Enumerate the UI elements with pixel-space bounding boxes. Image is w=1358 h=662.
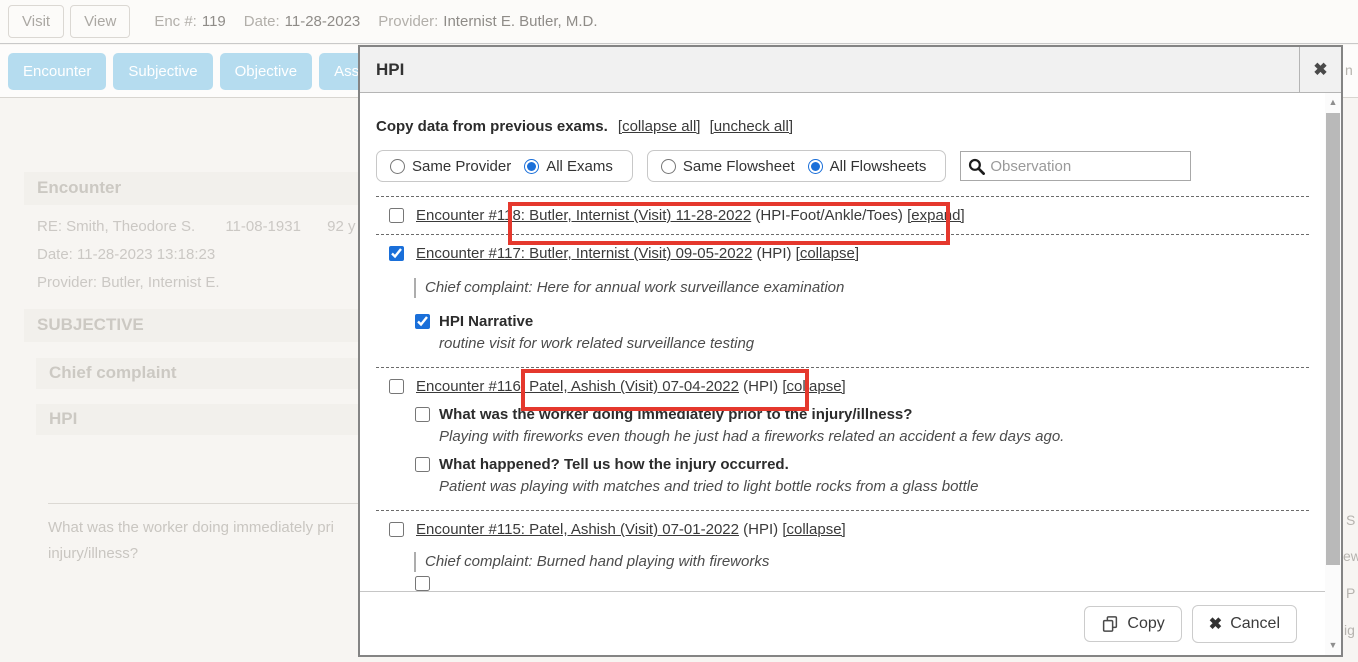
cancel-x-icon: ✖ [1209,614,1222,634]
chief-complaint-quote: Chief complaint: Here for annual work su… [414,278,1309,298]
provider-filter-group: Same Provider All Exams [376,150,633,182]
encounter-115-checkbox[interactable] [389,522,404,537]
enc-number-value: 119 [202,13,226,30]
encounter-date-line: Date: 11-28-2023 13:18:23 [37,246,215,263]
date-value: 11-28-2023 [285,13,361,30]
encounter-row-118: Encounter #118: Butler, Internist (Visit… [376,197,1309,234]
close-icon: ✖ [1313,60,1327,80]
enc-number-label: Enc #: [154,13,197,30]
observation-search-box [960,151,1191,181]
divider [48,503,368,504]
encounter-block-116: Encounter #116: Patel, Ashish (Visit) 07… [376,368,1309,510]
all-flowsheets-label[interactable]: All Flowsheets [830,158,927,175]
observation-item: HPI Narrative routine visit for work rel… [415,312,1309,353]
visit-button[interactable]: Visit [8,5,64,38]
copy-button[interactable]: Copy [1084,606,1181,642]
encounter-116-type: (HPI) [743,378,778,395]
patient-dob: 11-08-1931 [225,218,301,235]
provider-value: Internist E. Butler, M.D. [443,13,597,30]
clipped-text-fragment: S [1346,512,1355,528]
same-provider-radio[interactable] [390,159,405,174]
observation-item: What happened? Tell us how the injury oc… [415,455,1309,496]
intro-line: Copy data from previous exams. [collapse… [376,116,1309,138]
patient-age: 92 y [327,218,355,235]
cancel-button[interactable]: ✖ Cancel [1192,605,1297,643]
dialog-title: HPI [360,47,1299,92]
hpi-copy-dialog: HPI ✖ Copy data from previous exams. [co… [358,45,1343,657]
encounter-118-checkbox[interactable] [389,208,404,223]
copy-icon [1101,615,1119,633]
clipped-text-fragment: n [1345,62,1353,78]
nav-item-subjective[interactable]: Subjective [113,53,212,90]
encounter-115-collapse-link[interactable]: [collapse] [782,521,845,538]
encounter-row-117: Encounter #117: Butler, Internist (Visit… [376,235,1309,262]
encounter-118-link[interactable]: Encounter #118: Butler, Internist (Visit… [416,207,751,224]
question2-checkbox[interactable] [415,457,430,472]
observation-value: Patient was playing with matches and tri… [439,477,1309,496]
patient-line: RE: Smith, Theodore S. 11-08-1931 92 y [37,218,355,235]
dialog-body: Copy data from previous exams. [collapse… [360,94,1325,655]
encounter-115-link[interactable]: Encounter #115: Patel, Ashish (Visit) 07… [416,521,739,538]
encounter-115-type: (HPI) [743,521,778,538]
same-flowsheet-label[interactable]: Same Flowsheet [683,158,795,175]
filter-row: Same Provider All Exams Same Flowsheet A… [376,150,1309,182]
dialog-header: HPI ✖ [360,47,1341,93]
encounter-block-117: Encounter #117: Butler, Internist (Visit… [376,235,1309,367]
observation-label: What happened? Tell us how the injury oc… [439,455,789,474]
patient-name: RE: Smith, Theodore S. [37,218,195,235]
observation-label: HPI Narrative [439,312,533,331]
encounter-116-checkbox[interactable] [389,379,404,394]
search-icon [967,157,986,176]
close-button[interactable]: ✖ [1299,47,1341,92]
encounter-116-collapse-link[interactable]: [collapse] [782,378,845,395]
all-flowsheets-radio[interactable] [808,159,823,174]
chief-complaint-quote: Chief complaint: Burned hand playing wit… [414,552,1309,572]
encounter-118-expand-link[interactable]: [expand] [907,207,965,224]
cancel-button-label: Cancel [1230,615,1280,633]
encounter-117-link[interactable]: Encounter #117: Butler, Internist (Visit… [416,245,752,262]
observation-item: What was the worker doing immediately pr… [415,405,1309,446]
nav-item-encounter[interactable]: Encounter [8,53,106,90]
intro-text: Copy data from previous exams. [376,118,608,135]
hpi-narrative-checkbox[interactable] [415,314,430,329]
clipped-text-fragment: ig [1344,622,1355,638]
observation-value: routine visit for work related surveilla… [439,334,1309,353]
encounter-117-collapse-link[interactable]: [collapse] [796,245,859,262]
scroll-down-icon[interactable]: ▼ [1325,638,1341,652]
modal-scrollbar[interactable]: ▲ ▼ [1325,93,1341,655]
dialog-footer: Copy ✖ Cancel [360,591,1325,655]
scroll-up-icon[interactable]: ▲ [1325,95,1341,109]
scrollbar-thumb[interactable] [1326,113,1340,565]
encounter-row-115: Encounter #115: Patel, Ashish (Visit) 07… [376,511,1309,538]
clipped-checkbox[interactable] [415,576,430,591]
all-exams-label[interactable]: All Exams [546,158,613,175]
observation-search-input[interactable] [990,158,1184,175]
clipped-text-fragment: ew [1343,548,1358,564]
flowsheet-filter-group: Same Flowsheet All Flowsheets [647,150,946,182]
question-fragment-line2: injury/illness? [48,545,138,562]
question1-checkbox[interactable] [415,407,430,422]
date-label: Date: [244,13,280,30]
encounter-118-type: (HPI-Foot/Ankle/Toes) [755,207,903,224]
encounter-117-checkbox[interactable] [389,246,404,261]
encounter-117-type: (HPI) [756,245,791,262]
top-toolbar: Visit View Enc #: 119 Date: 11-28-2023 P… [0,0,1358,44]
encounter-provider-line: Provider: Butler, Internist E. [37,274,220,291]
same-flowsheet-radio[interactable] [661,159,676,174]
clipped-text-fragment: P [1346,585,1355,601]
question-fragment-line1: What was the worker doing immediately pr… [48,519,334,536]
copy-button-label: Copy [1127,615,1164,633]
uncheck-all-link[interactable]: [uncheck all] [710,118,793,135]
same-provider-label[interactable]: Same Provider [412,158,511,175]
collapse-all-link[interactable]: [collapse all] [618,118,701,135]
view-button[interactable]: View [70,5,130,38]
provider-label: Provider: [378,13,438,30]
encounter-row-116: Encounter #116: Patel, Ashish (Visit) 07… [376,368,1309,395]
encounter-116-link[interactable]: Encounter #116: Patel, Ashish (Visit) 07… [416,378,739,395]
observation-value: Playing with fireworks even though he ju… [439,427,1309,446]
all-exams-radio[interactable] [524,159,539,174]
nav-item-objective[interactable]: Objective [220,53,313,90]
observation-label: What was the worker doing immediately pr… [439,405,912,424]
